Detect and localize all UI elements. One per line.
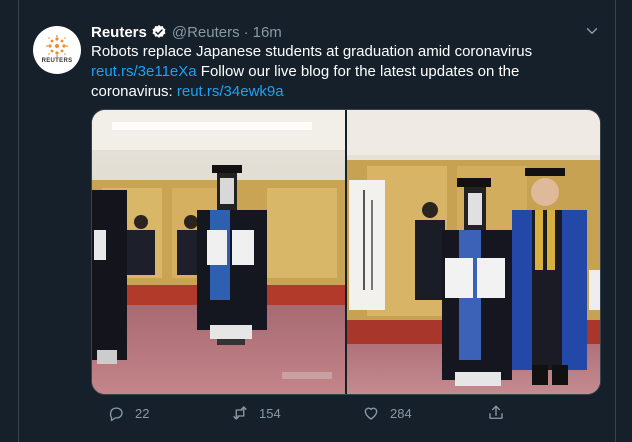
separator-dot: · xyxy=(243,23,249,41)
verified-badge-icon xyxy=(152,25,166,38)
like-count: 284 xyxy=(390,405,412,421)
tweet-timestamp[interactable]: 16m xyxy=(253,24,282,41)
tweet-text: Robots replace Japanese students at grad… xyxy=(91,42,571,102)
media-grid xyxy=(91,109,601,395)
reply-button[interactable]: 22 xyxy=(107,404,149,422)
reuters-logo-icon xyxy=(46,34,68,57)
graduation-robot-photo xyxy=(92,110,345,394)
author-name[interactable]: Reuters xyxy=(91,24,147,41)
tweet-link-1[interactable]: reut.rs/3e11eXa xyxy=(91,63,197,80)
retweet-count: 154 xyxy=(259,405,281,421)
tweet-headline: Robots replace Japanese students at grad… xyxy=(91,43,533,60)
like-button[interactable]: 284 xyxy=(362,404,412,422)
reply-count: 22 xyxy=(135,405,150,421)
author-handle[interactable]: @Reuters xyxy=(172,24,240,41)
tweet-card[interactable]: REUTERS Reuters @Reuters · 16m Robots re… xyxy=(18,0,616,442)
retweet-button[interactable]: 154 xyxy=(231,404,281,422)
share-button[interactable] xyxy=(487,404,515,422)
tweet-header: Reuters @Reuters · 16m xyxy=(91,22,282,42)
avatar[interactable]: REUTERS xyxy=(33,26,81,74)
tweet-link-2[interactable]: reut.rs/34ewk9a xyxy=(177,83,284,100)
chevron-down-icon[interactable] xyxy=(583,22,601,40)
photo-right[interactable] xyxy=(346,110,600,394)
tweet-actions: 22 154 284 xyxy=(91,404,531,424)
photo-left[interactable] xyxy=(92,110,345,394)
heart-icon xyxy=(364,407,378,420)
reply-icon xyxy=(109,407,123,422)
share-icon xyxy=(489,405,503,419)
robot-with-dean-photo xyxy=(346,110,600,394)
avatar-logo-text: REUTERS xyxy=(41,57,73,64)
retweet-icon xyxy=(233,406,247,420)
